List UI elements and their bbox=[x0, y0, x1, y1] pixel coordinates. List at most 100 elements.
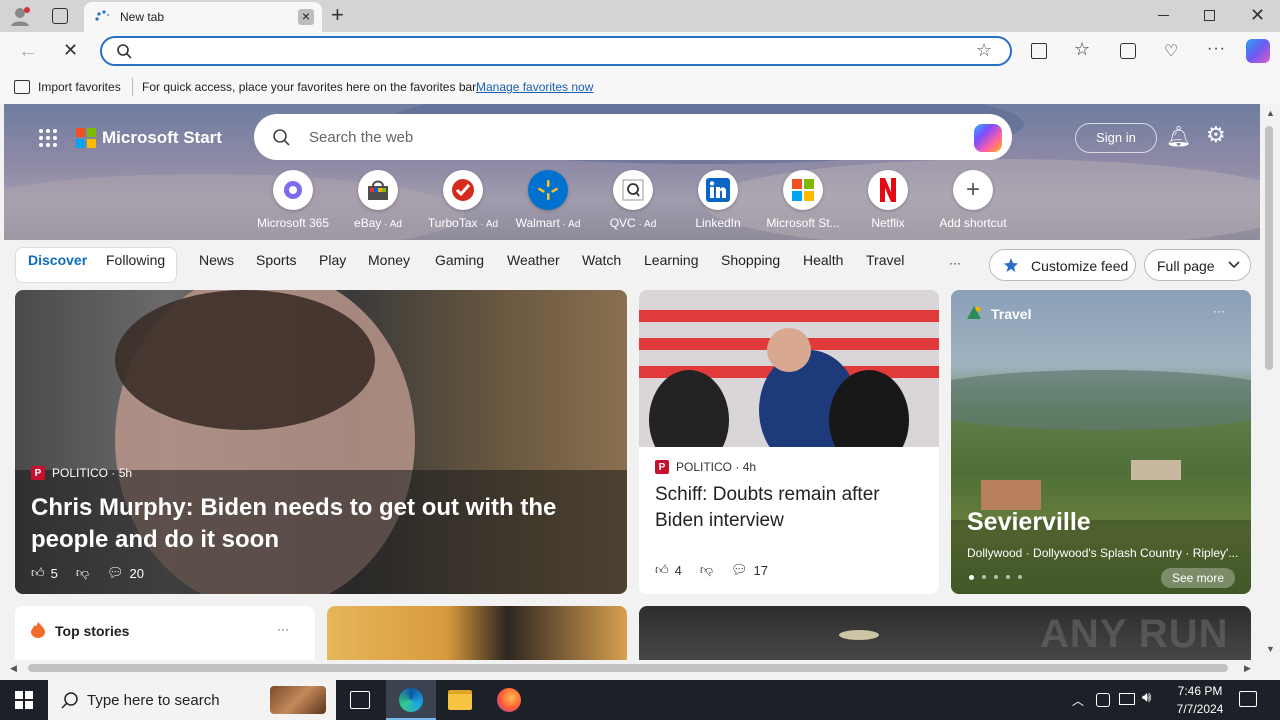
tab-money[interactable]: Money bbox=[368, 252, 410, 268]
minimize-icon[interactable] bbox=[1158, 15, 1169, 16]
favorite-star-icon[interactable]: ☆ bbox=[976, 40, 992, 61]
profile-icon[interactable] bbox=[10, 6, 32, 26]
main-card-headline[interactable]: Chris Murphy: Biden needs to get out wit… bbox=[31, 492, 591, 556]
sign-in-button[interactable]: Sign in bbox=[1075, 123, 1157, 153]
customize-feed-button[interactable]: Customize feed bbox=[989, 249, 1136, 281]
shortcut-linkedin[interactable]: LinkedIn bbox=[675, 170, 761, 232]
address-bar[interactable]: ☆ bbox=[100, 36, 1012, 66]
import-favorites-button[interactable]: Import favorites bbox=[38, 80, 121, 94]
close-window-icon[interactable]: ✕ bbox=[1250, 5, 1265, 26]
tab-discover[interactable]: Discover bbox=[28, 252, 87, 268]
file-explorer-icon[interactable] bbox=[448, 690, 472, 710]
layout-select[interactable]: Full page bbox=[1144, 249, 1251, 281]
task-view-icon[interactable] bbox=[350, 691, 370, 709]
firefox-icon[interactable] bbox=[497, 688, 521, 712]
stop-loading-icon[interactable]: ✕ bbox=[63, 40, 78, 61]
restore-icon[interactable] bbox=[1204, 10, 1215, 21]
manage-favorites-link[interactable]: Manage favorites now bbox=[476, 80, 593, 94]
travel-title[interactable]: Sevierville bbox=[967, 508, 1091, 537]
collections-icon[interactable] bbox=[1120, 43, 1136, 59]
shortcut-microsoft-365[interactable]: Microsoft 365 bbox=[250, 170, 336, 232]
shortcut-walmart[interactable]: Walmart · Ad bbox=[505, 170, 591, 232]
back-icon[interactable]: ← bbox=[18, 40, 38, 63]
like-icon[interactable]: 👍︎ bbox=[655, 562, 669, 578]
see-more-button[interactable]: See more bbox=[1161, 568, 1235, 588]
windows-start-icon[interactable] bbox=[15, 691, 33, 709]
tab-news[interactable]: News bbox=[199, 252, 234, 268]
tab-close-icon[interactable]: × bbox=[298, 9, 314, 25]
vertical-scrollbar[interactable]: ▲ ▼ bbox=[1260, 104, 1280, 660]
main-news-card[interactable]: P POLITICO · 5h Chris Murphy: Biden need… bbox=[15, 290, 627, 594]
horizontal-scrollbar[interactable]: ◀ ▶ bbox=[4, 660, 1260, 676]
carousel-dot[interactable] bbox=[1018, 575, 1022, 579]
copilot-search-icon[interactable] bbox=[974, 124, 1002, 152]
travel-more-icon[interactable]: ··· bbox=[1213, 304, 1225, 318]
shortcut-add[interactable]: + Add shortcut bbox=[930, 170, 1016, 232]
apps-launcher-icon[interactable] bbox=[38, 128, 58, 148]
dislike-icon[interactable]: 👎︎ bbox=[76, 565, 89, 581]
carousel-dots bbox=[969, 575, 1022, 580]
browser-essentials-icon[interactable]: ♡ bbox=[1164, 41, 1178, 61]
shortcut-turbotax[interactable]: TurboTax · Ad bbox=[420, 170, 506, 232]
web-search-input[interactable]: Search the web bbox=[309, 129, 413, 146]
tab-sports[interactable]: Sports bbox=[256, 252, 296, 268]
tab-shopping[interactable]: Shopping bbox=[721, 252, 780, 268]
tab-new-tab[interactable]: New tab × bbox=[84, 2, 322, 32]
taskbar-search-box[interactable]: Type here to search bbox=[48, 680, 336, 720]
tab-learning[interactable]: Learning bbox=[644, 252, 699, 268]
clock-time[interactable]: 7:46 PM bbox=[1170, 684, 1230, 698]
tray-chevron-icon[interactable]: ︿ bbox=[1072, 692, 1084, 709]
shortcut-microsoft-store[interactable]: Microsoft St... bbox=[760, 170, 846, 232]
dislike-icon[interactable]: 👎︎ bbox=[700, 562, 713, 578]
scroll-down-icon[interactable]: ▼ bbox=[1266, 644, 1275, 654]
taskbar-edge-button[interactable] bbox=[386, 680, 436, 720]
split-screen-icon[interactable] bbox=[1031, 43, 1047, 59]
more-tabs-icon[interactable]: ··· bbox=[949, 256, 961, 270]
tray-security-icon[interactable] bbox=[1096, 693, 1110, 707]
shortcut-qvc[interactable]: QVC · Ad bbox=[590, 170, 676, 232]
import-favorites-icon[interactable] bbox=[14, 80, 30, 94]
travel-card[interactable]: Travel ··· Sevierville Dollywood · Dolly… bbox=[951, 290, 1251, 594]
tab-watch[interactable]: Watch bbox=[582, 252, 621, 268]
tab-weather[interactable]: Weather bbox=[507, 252, 560, 268]
shortcut-label: Microsoft St... bbox=[766, 216, 840, 230]
tab-following[interactable]: Following bbox=[106, 252, 165, 268]
carousel-dot-active[interactable] bbox=[969, 575, 974, 580]
scroll-left-icon[interactable]: ◀ bbox=[10, 663, 17, 674]
second-card-headline[interactable]: Schiff: Doubts remain after Biden interv… bbox=[655, 482, 925, 534]
carousel-dot[interactable] bbox=[994, 575, 998, 579]
tab-health[interactable]: Health bbox=[803, 252, 843, 268]
tab-travel[interactable]: Travel bbox=[866, 252, 904, 268]
tab-gaming[interactable]: Gaming bbox=[435, 252, 484, 268]
top-stories-title[interactable]: Top stories bbox=[55, 623, 129, 639]
carousel-dot[interactable] bbox=[982, 575, 986, 579]
settings-gear-icon[interactable]: ⚙ bbox=[1206, 122, 1226, 148]
tab-play[interactable]: Play bbox=[319, 252, 346, 268]
favorites-bar: Import favorites For quick access, place… bbox=[0, 72, 1280, 104]
shortcut-netflix[interactable]: Netflix bbox=[845, 170, 931, 232]
carousel-dot[interactable] bbox=[1006, 575, 1010, 579]
story-card-bottom-left[interactable] bbox=[327, 606, 627, 660]
second-news-card[interactable]: P POLITICO · 4h Schiff: Doubts remain af… bbox=[639, 290, 939, 594]
volume-icon[interactable]: 🔊︎ bbox=[1142, 689, 1151, 706]
notification-center-icon[interactable] bbox=[1239, 691, 1257, 707]
tab-actions-icon[interactable] bbox=[52, 8, 68, 24]
comment-icon[interactable]: 💬︎ bbox=[731, 562, 748, 578]
clock-date[interactable]: 7/7/2024 bbox=[1170, 702, 1230, 716]
shortcut-ebay[interactable]: eBay · Ad bbox=[335, 170, 421, 232]
more-options-icon[interactable]: ··· bbox=[1207, 40, 1226, 58]
web-search-box[interactable]: Search the web bbox=[254, 114, 1012, 160]
scroll-up-icon[interactable]: ▲ bbox=[1266, 108, 1275, 118]
network-icon[interactable] bbox=[1119, 693, 1135, 705]
top-stories-more-icon[interactable]: ··· bbox=[277, 622, 289, 636]
like-icon[interactable]: 👍︎ bbox=[31, 565, 45, 581]
scroll-thumb-horizontal[interactable] bbox=[28, 664, 1228, 672]
scroll-thumb-vertical[interactable] bbox=[1265, 126, 1273, 370]
copilot-icon[interactable] bbox=[1246, 39, 1270, 63]
brand-name[interactable]: Microsoft Start bbox=[102, 128, 222, 148]
comment-icon[interactable]: 💬︎ bbox=[107, 565, 124, 581]
favorites-icon[interactable]: ☆ bbox=[1074, 39, 1090, 60]
scroll-right-icon[interactable]: ▶ bbox=[1244, 663, 1251, 674]
new-tab-icon[interactable]: + bbox=[331, 4, 344, 26]
notifications-bell-icon[interactable]: 🔔︎ bbox=[1166, 124, 1191, 149]
